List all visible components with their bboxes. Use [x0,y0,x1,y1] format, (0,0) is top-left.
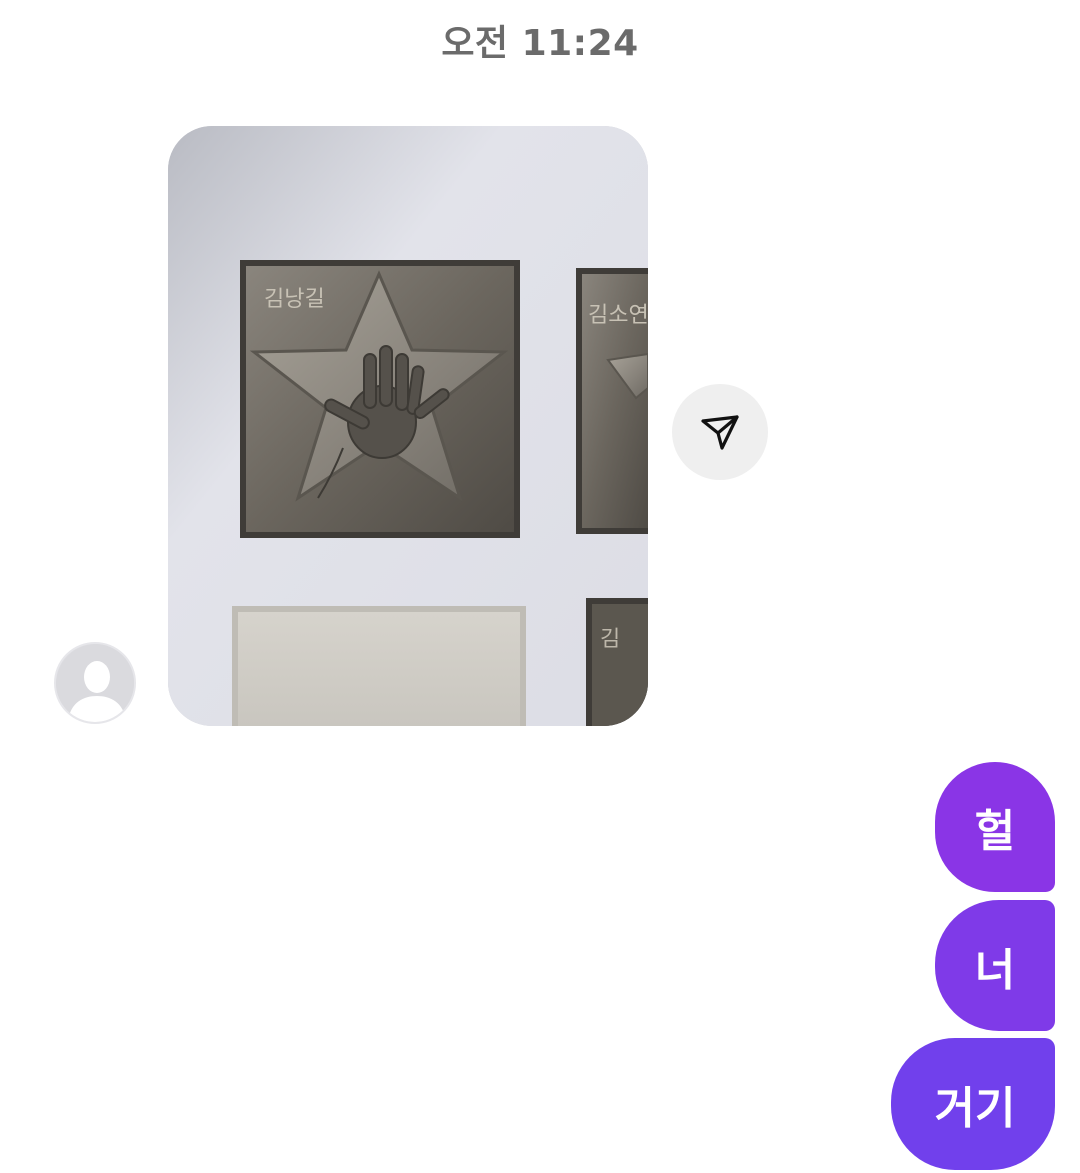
sender-avatar[interactable] [54,642,136,724]
outgoing-message-bubble[interactable]: 거기 [891,1038,1055,1170]
message-text: 헐 [974,806,1016,857]
outgoing-message-bubble[interactable]: 너 [935,900,1055,1031]
share-button[interactable] [672,384,768,480]
default-user-avatar-icon [56,644,134,722]
message-text: 거기 [934,1083,1016,1134]
photo-message[interactable]: 김낭길 김소연 김 [168,126,648,726]
handprint-star-plaque-photo: 김낭길 김소연 김 [168,126,648,726]
send-paper-plane-icon [701,415,739,450]
outgoing-message-bubble[interactable]: 헐 [935,762,1055,892]
message-text: 너 [974,944,1016,996]
plaque-name-right: 김소연 [588,303,648,328]
plaque-name-left: 김낭길 [264,287,325,312]
plaque-name-bottom: 김 [600,627,620,652]
message-timestamp: 오전 11:24 [441,23,639,64]
